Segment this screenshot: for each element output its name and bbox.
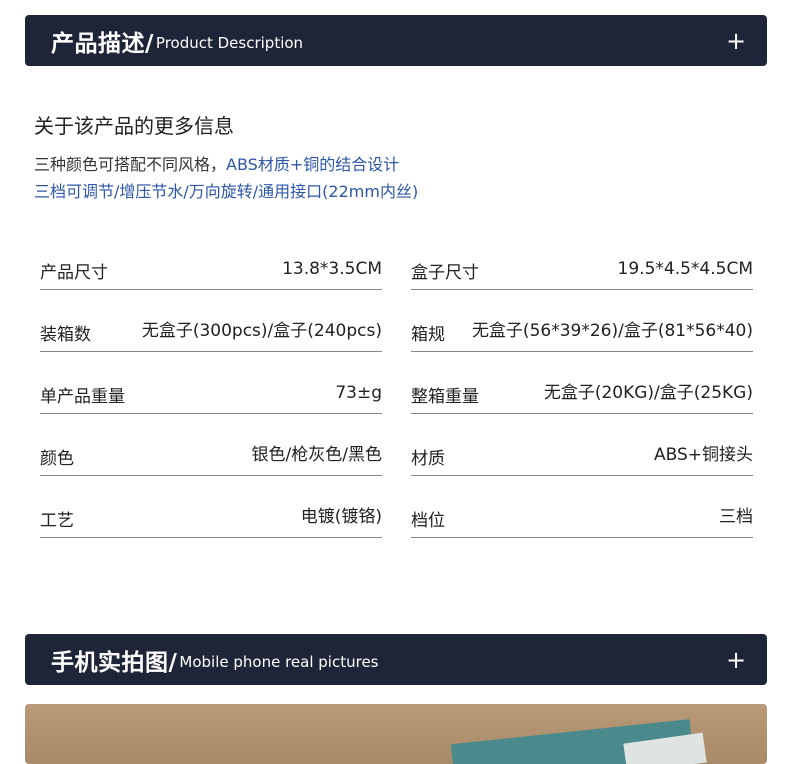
spec-label: 盒子尺寸 xyxy=(411,263,479,283)
more-info-title: 关于该产品的更多信息 xyxy=(34,114,234,138)
spec-row: 档位 三档 xyxy=(411,490,753,538)
spec-label: 产品尺寸 xyxy=(40,263,108,283)
spec-value: 三档 xyxy=(719,507,753,527)
spec-value: 73±g xyxy=(335,383,382,403)
spec-label: 工艺 xyxy=(40,511,74,531)
spec-value: 无盒子(20KG)/盒子(25KG) xyxy=(543,383,753,403)
spec-label: 颜色 xyxy=(40,449,74,469)
spec-label: 单产品重量 xyxy=(40,387,125,407)
spec-label: 装箱数 xyxy=(40,325,91,345)
spec-value: 13.8*3.5CM xyxy=(282,259,382,279)
spec-value: 无盒子(300pcs)/盒子(240pcs) xyxy=(141,321,382,341)
more-info-line-1: 三种颜色可搭配不同风格，ABS材质+铜的结合设计 xyxy=(34,151,399,175)
spec-label: 整箱重量 xyxy=(411,387,479,407)
spec-row: 盒子尺寸 19.5*4.5*4.5CM xyxy=(411,242,753,290)
spec-value: ABS+铜接头 xyxy=(653,445,753,465)
more-info-line-2: 三档可调节/增压节水/万向旋转/通用接口(22mm内丝) xyxy=(34,182,419,201)
spec-value: 无盒子(56*39*26)/盒子(81*56*40) xyxy=(471,321,753,341)
more-info-line-1-highlight: ABS材质+铜的结合设计 xyxy=(226,155,400,174)
spec-row: 颜色 银色/枪灰色/黑色 xyxy=(40,428,382,476)
spec-row: 材质 ABS+铜接头 xyxy=(411,428,753,476)
spec-row: 装箱数 无盒子(300pcs)/盒子(240pcs) xyxy=(40,304,382,352)
spec-value: 银色/枪灰色/黑色 xyxy=(251,445,382,465)
spec-label: 箱规 xyxy=(411,325,445,345)
mobile-photos-header[interactable]: 手机实拍图/ Mobile phone real pictures + xyxy=(25,634,767,685)
spec-row: 工艺 电镀(镀铬) xyxy=(40,490,382,538)
spec-row: 单产品重量 73±g xyxy=(40,366,382,414)
section-title-en: Mobile phone real pictures xyxy=(179,653,379,671)
spec-table-right: 盒子尺寸 19.5*4.5*4.5CM 箱规 无盒子(56*39*26)/盒子(… xyxy=(411,242,753,552)
spec-row: 整箱重量 无盒子(20KG)/盒子(25KG) xyxy=(411,366,753,414)
spec-row: 产品尺寸 13.8*3.5CM xyxy=(40,242,382,290)
spec-table-left: 产品尺寸 13.8*3.5CM 装箱数 无盒子(300pcs)/盒子(240pc… xyxy=(40,242,382,552)
section-title-en: Product Description xyxy=(155,34,304,52)
spec-row: 箱规 无盒子(56*39*26)/盒子(81*56*40) xyxy=(411,304,753,352)
product-description-header[interactable]: 产品描述/ Product Description + xyxy=(25,15,767,66)
section-title-cn: 手机实拍图/ xyxy=(51,649,178,676)
product-photo xyxy=(25,704,767,764)
expand-plus-icon[interactable]: + xyxy=(725,29,747,53)
more-info-line-1-prefix: 三种颜色可搭配不同风格， xyxy=(34,155,227,174)
section-title-cn: 产品描述/ xyxy=(51,30,154,57)
spec-label: 材质 xyxy=(411,449,445,469)
spec-label: 档位 xyxy=(411,511,445,531)
spec-value: 19.5*4.5*4.5CM xyxy=(617,259,753,279)
spec-value: 电镀(镀铬) xyxy=(300,507,382,527)
expand-plus-icon[interactable]: + xyxy=(725,648,747,672)
